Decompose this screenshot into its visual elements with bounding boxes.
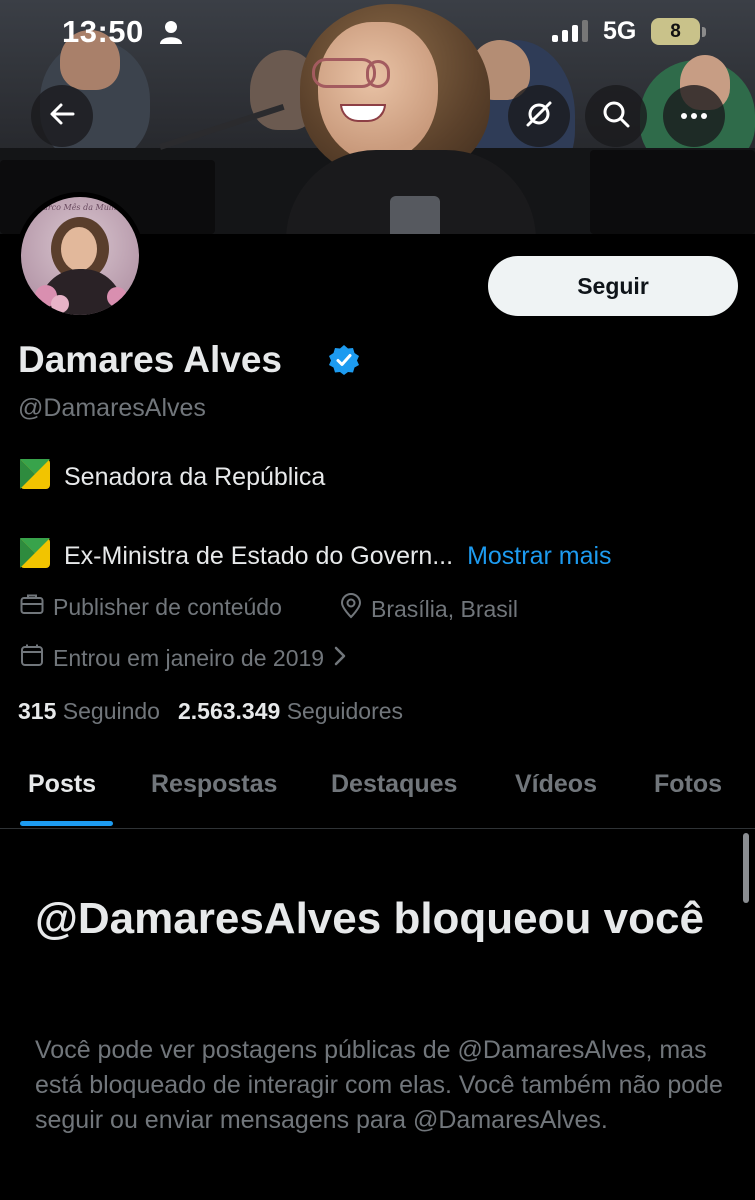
location-text: Brasília, Brasil <box>371 595 518 622</box>
scrollbar[interactable] <box>743 833 749 903</box>
battery-cap <box>702 27 706 37</box>
search-icon <box>601 99 631 134</box>
tab-destaques[interactable]: Destaques <box>331 770 457 799</box>
avatar-image: Marco Mês da Mulher <box>21 197 139 315</box>
followers-label: Seguidores <box>286 698 404 724</box>
bio-text-1: Senadora da República <box>64 463 326 491</box>
signal-icon <box>552 20 592 47</box>
profile-location: Brasília, Brasil <box>340 593 518 625</box>
back-button[interactable] <box>31 85 93 147</box>
calendar-icon <box>20 643 53 673</box>
verified-badge-icon[interactable] <box>328 344 360 381</box>
category-text: Publisher de conteúdo <box>53 593 282 620</box>
leaf-icon <box>20 538 50 575</box>
profile-category: Publisher de conteúdo <box>20 593 282 621</box>
followers-link[interactable]: 2.563.349 Seguidores <box>178 698 403 724</box>
status-bar: 13:50 5G 8 <box>0 0 755 64</box>
network-label: 5G <box>603 17 637 45</box>
grok-button[interactable] <box>508 85 570 147</box>
show-more-link[interactable]: Mostrar mais <box>467 542 611 571</box>
bio-line: Ex-Ministra de Estado do Govern... Mostr… <box>20 538 612 575</box>
bio-line: Senadora da República <box>20 459 325 496</box>
profile-joined[interactable]: Entrou em janeiro de 2019 <box>20 643 355 673</box>
bio-text-2: Ex-Ministra de Estado do Govern... <box>64 542 454 570</box>
avatar-text: Marco Mês da Mulher <box>34 203 126 212</box>
tab-fotos[interactable]: Fotos <box>654 770 722 799</box>
following-link[interactable]: 315 Seguindo <box>18 698 160 724</box>
back-arrow-icon <box>48 100 76 133</box>
more-icon <box>680 107 708 125</box>
active-tab-indicator <box>20 821 113 826</box>
battery-level: 8 <box>670 21 681 42</box>
battery-indicator: 8 <box>651 18 700 45</box>
follow-button[interactable]: Seguir <box>488 256 738 316</box>
blocked-title: @DamaresAlves bloqueou você <box>35 894 704 943</box>
location-pin-icon <box>340 593 371 625</box>
tab-respostas[interactable]: Respostas <box>151 770 277 799</box>
tab-posts[interactable]: Posts <box>28 770 96 799</box>
briefcase-icon <box>20 593 53 621</box>
grok-icon <box>524 99 554 134</box>
follow-counts: 315 Seguindo 2.563.349 Seguidores <box>18 698 403 725</box>
following-label: Seguindo <box>62 698 160 724</box>
joined-text: Entrou em janeiro de 2019 <box>53 644 325 671</box>
following-count: 315 <box>18 698 57 724</box>
profile-name: Damares Alves <box>18 339 282 380</box>
avatar[interactable]: Marco Mês da Mulher <box>16 192 144 320</box>
chevron-right-icon <box>334 645 355 672</box>
tab-videos[interactable]: Vídeos <box>515 770 597 799</box>
profile-tabs: Posts Respostas Destaques Vídeos Fotos <box>0 748 755 829</box>
status-time: 13:50 <box>62 14 144 49</box>
blocked-description: Você pode ver postagens públicas de @Dam… <box>35 1036 723 1134</box>
search-button[interactable] <box>585 85 647 147</box>
more-options-button[interactable] <box>663 85 725 147</box>
followers-count: 2.563.349 <box>177 698 281 724</box>
profile-handle: @DamaresAlves <box>18 394 206 422</box>
leaf-icon <box>20 459 50 496</box>
person-icon <box>160 20 182 49</box>
